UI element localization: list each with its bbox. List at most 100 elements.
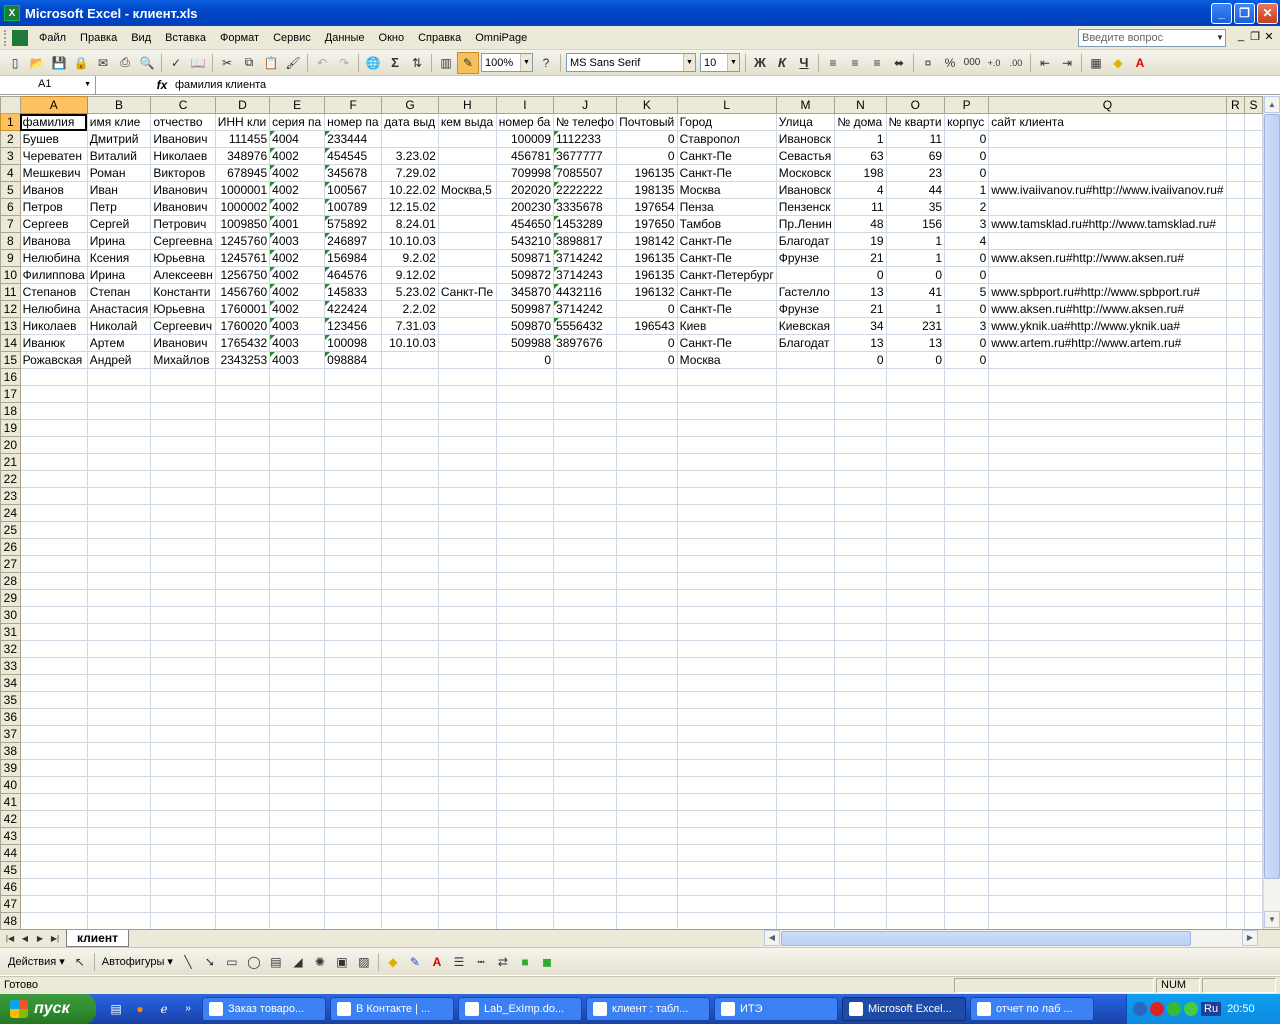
cell[interactable] (1225, 453, 1246, 471)
taskbar-item[interactable]: Заказ товаро... (202, 997, 326, 1021)
cell[interactable] (437, 640, 497, 658)
cell[interactable] (381, 844, 439, 862)
cell[interactable] (1244, 793, 1263, 811)
cell[interactable] (324, 419, 383, 437)
column-header[interactable]: H (437, 96, 497, 114)
cell[interactable] (495, 419, 555, 437)
column-header[interactable]: R (1225, 96, 1246, 114)
cell[interactable]: Юрьевна (150, 249, 216, 267)
cell[interactable]: 509871 (495, 249, 555, 267)
increase-indent-icon[interactable]: ⇥ (1056, 52, 1078, 74)
cell[interactable] (269, 606, 326, 624)
borders-icon[interactable]: ▦ (1085, 52, 1107, 74)
cell[interactable] (676, 504, 777, 522)
cell[interactable] (676, 708, 777, 726)
cell[interactable]: 197654 (616, 198, 678, 216)
cell[interactable] (1244, 691, 1263, 709)
cell[interactable]: 4 (834, 181, 887, 199)
cell[interactable] (86, 742, 152, 760)
cell[interactable] (19, 878, 88, 896)
cell[interactable]: 111455 (214, 130, 271, 148)
cell[interactable]: Киев (676, 317, 777, 335)
cell[interactable] (834, 538, 887, 556)
row-header[interactable]: 48 (0, 912, 21, 929)
cell[interactable] (19, 402, 88, 420)
cell[interactable] (214, 402, 271, 420)
row-header[interactable]: 25 (0, 521, 21, 539)
row-header[interactable]: 39 (0, 759, 21, 777)
cell[interactable] (1225, 504, 1246, 522)
cell[interactable]: 0 (616, 300, 678, 318)
cell[interactable] (676, 436, 777, 454)
cell[interactable] (1225, 878, 1246, 896)
cell[interactable] (19, 691, 88, 709)
cell[interactable]: 509988 (495, 334, 555, 352)
cell[interactable] (616, 759, 678, 777)
cell[interactable]: № дома (834, 113, 887, 131)
cell[interactable]: 1 (834, 130, 887, 148)
cell[interactable] (834, 521, 887, 539)
cell[interactable] (437, 164, 497, 182)
cell[interactable] (1244, 232, 1263, 250)
cell[interactable] (495, 827, 555, 845)
cell[interactable] (381, 657, 439, 675)
cell[interactable] (86, 436, 152, 454)
cell[interactable]: www.spbport.ru#http://www.spbport.ru# (988, 283, 1227, 301)
cell[interactable]: 200230 (495, 198, 555, 216)
cell[interactable] (988, 521, 1227, 539)
cell[interactable] (885, 657, 946, 675)
cell[interactable] (86, 640, 152, 658)
cell[interactable] (553, 436, 618, 454)
cell[interactable] (834, 674, 887, 692)
cell[interactable] (269, 504, 326, 522)
print-icon[interactable]: ⎙ (114, 52, 136, 74)
align-right-icon[interactable]: ≡ (866, 52, 888, 74)
underline-button[interactable]: Ч (793, 52, 815, 74)
cell[interactable]: 100098 (324, 334, 383, 352)
cell[interactable] (553, 368, 618, 386)
cell[interactable] (1225, 334, 1246, 352)
cell[interactable]: 9.12.02 (381, 266, 439, 284)
cell[interactable] (86, 810, 152, 828)
cell[interactable] (381, 351, 439, 369)
cell[interactable] (944, 657, 990, 675)
autoshapes-menu[interactable]: Автофигуры ▾ (98, 955, 177, 968)
cell[interactable] (214, 538, 271, 556)
arrow-style-icon[interactable]: ⇄ (492, 951, 514, 973)
cell[interactable] (616, 878, 678, 896)
cell[interactable]: www.tamsklad.ru#http://www.tamsklad.ru# (988, 215, 1227, 233)
cell[interactable] (553, 385, 618, 403)
cell[interactable] (214, 555, 271, 573)
cell[interactable] (495, 521, 555, 539)
cell[interactable] (775, 742, 836, 760)
cell[interactable]: 196135 (616, 266, 678, 284)
cell[interactable]: имя клие (86, 113, 152, 131)
cell[interactable] (150, 623, 216, 641)
cell[interactable] (214, 691, 271, 709)
cell[interactable] (885, 402, 946, 420)
menu-edit[interactable]: Правка (73, 30, 124, 46)
cell[interactable] (834, 504, 887, 522)
cell[interactable] (1225, 470, 1246, 488)
cell[interactable] (1244, 640, 1263, 658)
cell[interactable] (324, 691, 383, 709)
cell[interactable]: 9.2.02 (381, 249, 439, 267)
cell[interactable] (86, 776, 152, 794)
fx-icon[interactable]: fx (153, 78, 171, 92)
cell[interactable] (775, 266, 836, 284)
cell[interactable] (885, 895, 946, 913)
cell[interactable]: 0 (944, 334, 990, 352)
cell[interactable] (381, 640, 439, 658)
cell[interactable] (269, 419, 326, 437)
cell[interactable] (988, 487, 1227, 505)
cell[interactable]: 69 (885, 147, 946, 165)
cell[interactable] (834, 657, 887, 675)
cell[interactable] (19, 470, 88, 488)
cell[interactable]: 3677777 (553, 147, 618, 165)
cell[interactable] (495, 776, 555, 794)
cell[interactable] (324, 368, 383, 386)
cell[interactable]: 1 (885, 232, 946, 250)
cell[interactable]: Сергеевна (150, 232, 216, 250)
cell[interactable] (269, 657, 326, 675)
cell[interactable]: 5 (944, 283, 990, 301)
